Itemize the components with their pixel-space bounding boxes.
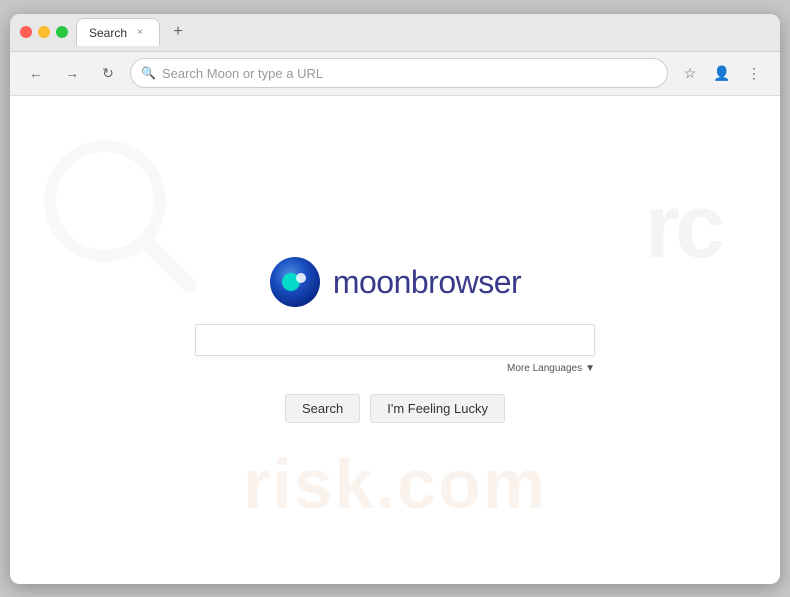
forward-button[interactable]: → — [58, 59, 86, 87]
reload-icon: ↻ — [102, 65, 114, 82]
forward-icon: → — [65, 65, 79, 81]
nav-right-actions: ☆ 👤 ⋮ — [676, 59, 768, 87]
more-languages-label[interactable]: More Languages▼ — [504, 360, 595, 374]
search-button[interactable]: Search — [285, 394, 360, 423]
back-icon: ← — [29, 65, 43, 81]
search-bar-wrapper: More Languages▼ — [195, 324, 595, 374]
title-bar: Search × + — [10, 14, 780, 52]
brand-row: moonbrowser — [269, 256, 521, 308]
page-content: rc risk.com — [10, 96, 780, 584]
tab-bar: Search × + — [76, 18, 770, 46]
buttons-row: Search I'm Feeling Lucky — [285, 394, 505, 423]
search-input[interactable] — [195, 324, 595, 356]
active-tab[interactable]: Search × — [76, 18, 160, 46]
address-bar-text: Search Moon or type a URL — [162, 66, 323, 81]
watermark-magnifier — [40, 136, 200, 296]
nav-bar: ← → ↻ 🔍 Search Moon or type a URL ☆ 👤 ⋮ — [10, 52, 780, 96]
browser-window: Search × + ← → ↻ 🔍 Search Moon or type a… — [10, 14, 780, 584]
back-button[interactable]: ← — [22, 59, 50, 87]
tab-title: Search — [89, 26, 127, 40]
brand-name: moonbrowser — [333, 264, 521, 301]
lucky-button[interactable]: I'm Feeling Lucky — [370, 394, 505, 423]
watermark-top-text: rc — [645, 176, 720, 279]
close-window-button[interactable] — [20, 26, 32, 38]
maximize-window-button[interactable] — [56, 26, 68, 38]
new-tab-button[interactable]: + — [166, 20, 190, 44]
tab-close-button[interactable]: × — [133, 26, 147, 40]
profile-button[interactable]: 👤 — [708, 59, 736, 87]
new-tab-icon: + — [173, 23, 182, 41]
minimize-window-button[interactable] — [38, 26, 50, 38]
tab-close-icon: × — [137, 27, 143, 38]
reload-button[interactable]: ↻ — [94, 59, 122, 87]
search-icon: 🔍 — [141, 66, 156, 80]
menu-button[interactable]: ⋮ — [740, 59, 768, 87]
watermark-bottom-text: risk.com — [243, 444, 547, 524]
bookmark-button[interactable]: ☆ — [676, 59, 704, 87]
brand-logo — [269, 256, 321, 308]
search-content: moonbrowser More Languages▼ Search I'm F… — [195, 256, 595, 423]
more-languages-arrow: ▼ — [585, 363, 595, 374]
traffic-lights — [20, 26, 68, 38]
address-bar[interactable]: 🔍 Search Moon or type a URL — [130, 58, 668, 88]
